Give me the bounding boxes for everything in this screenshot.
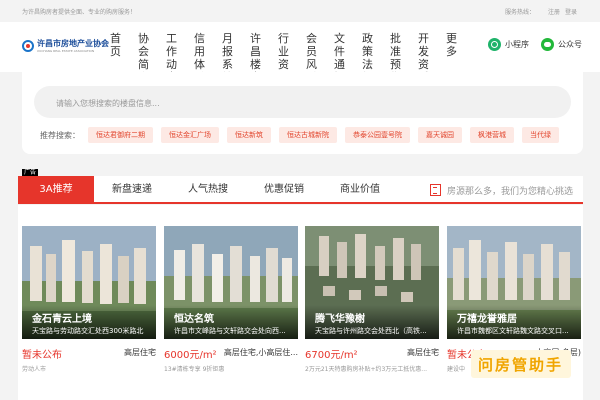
listing-address: 许昌市魏都区文轩路魏文路交叉口...: [457, 327, 569, 335]
listing-name: 腾飞华豫榭: [315, 314, 365, 325]
listing-address: 许昌市文峰路与文轩路交会处向西...: [174, 327, 286, 335]
tab-new-listings[interactable]: 新盘速递: [94, 176, 170, 202]
listing-subinfo: 2万元21天特惠购房补贴+约3万元工抵优惠...: [305, 366, 428, 373]
mini-program-icon: [488, 38, 501, 51]
listing-card[interactable]: 腾飞华豫榭 天宝路与许州路交会处西北（高铁... 6700元/m² 高层住宅 2…: [305, 226, 439, 373]
logo-subtitle: XUCHANG REAL ESTATE ASSOCIATION: [37, 49, 95, 53]
hot-search-tag[interactable]: 当代绿: [522, 127, 559, 143]
building-icon: [430, 184, 441, 196]
watermark-badge: 问房管助手: [471, 350, 571, 378]
listing-type: 高层住宅: [407, 348, 439, 357]
mini-program-link[interactable]: 小程序: [488, 38, 529, 51]
hot-search-tag[interactable]: 枫港营城: [470, 127, 514, 143]
register-link[interactable]: 注册: [548, 7, 560, 16]
hot-search-label: 推荐搜索：: [40, 130, 80, 140]
listing-name: 万禧龙誉雅居: [457, 314, 517, 325]
logo-name: 许昌市房地产业协会: [37, 39, 109, 48]
listing-image[interactable]: 腾飞华豫榭 天宝路与许州路交会处西北（高铁...: [305, 226, 439, 339]
hot-search-tag[interactable]: 恒达金汇广场: [161, 127, 219, 143]
login-link[interactable]: 登录: [565, 7, 577, 16]
listing-price: 暂未公布: [22, 350, 62, 361]
listing-subinfo: 13#清栋专享 9折钜惠: [164, 366, 225, 373]
listing-image[interactable]: 恒达名筑 许昌市文峰路与文轩路交会处向西...: [164, 226, 298, 339]
listing-name: 恒达名筑: [174, 314, 214, 325]
site-logo[interactable]: 许昌市房地产业协会 XUCHANG REAL ESTATE ASSOCIATIO…: [22, 38, 109, 53]
listing-type: 高层住宅: [124, 348, 156, 357]
listing-address: 天宝路与劳动路交汇处西300米路北: [32, 327, 144, 335]
logo-emblem-icon: [22, 39, 34, 52]
site-slogan: 为许昌购房者提供全面、专业的购房服务！: [22, 9, 137, 16]
tab-3a-recommend[interactable]: 3A推荐: [18, 176, 94, 202]
hot-search-tag[interactable]: 恭泰公园壹号院: [345, 127, 410, 143]
listing-image[interactable]: 金石青云上境 天宝路与劳动路交汇处西300米路北: [22, 226, 156, 339]
listing-address: 天宝路与许州路交会处西北（高铁...: [315, 327, 427, 335]
listing-tabs: 3A推荐 新盘速递 人气热搜 优惠促销 商业价值 房源那么多，我们为您精心挑选: [18, 176, 583, 204]
listing-price: 6700元/m²: [305, 350, 358, 361]
tab-search-text: 房源那么多，我们为您精心挑选: [447, 186, 574, 197]
listing-card[interactable]: 万禧龙誉雅居 许昌市魏都区文轩路魏文路交叉口... 暂未公布 小高层,多层) 建…: [447, 226, 581, 373]
hot-search-tag[interactable]: 恒达新筑: [227, 127, 271, 143]
listing-name: 金石青云上境: [32, 314, 92, 325]
site-header: 许昌市房地产业协会 XUCHANG REAL ESTATE ASSOCIATIO…: [0, 22, 600, 84]
tab-commercial[interactable]: 商业价值: [322, 176, 398, 202]
listing-card[interactable]: 金石青云上境 天宝路与劳动路交汇处西300米路北 暂未公布 高层住宅 劳动人市: [22, 226, 156, 373]
listing-subinfo: 劳动人市: [22, 366, 47, 373]
tab-promotions[interactable]: 优惠促销: [246, 176, 322, 202]
tab-search-hint[interactable]: 房源那么多，我们为您精心挑选: [430, 176, 573, 204]
official-account-link[interactable]: 公众号: [541, 38, 582, 51]
hot-search-tag[interactable]: 恒达君御府二期: [88, 127, 153, 143]
service-hotline: 服务热线：: [505, 9, 536, 16]
hot-search-tag[interactable]: 嘉天诚园: [418, 127, 462, 143]
listing-image[interactable]: 万禧龙誉雅居 许昌市魏都区文轩路魏文路交叉口...: [447, 226, 581, 339]
listing-type: 高层住宅,小高层住...: [223, 348, 298, 357]
hot-search-tag[interactable]: 恒达古城新院: [279, 127, 337, 143]
wechat-icon: [541, 38, 554, 51]
listing-price: 6000元/m²: [164, 350, 217, 361]
search-panel: 请输入您想搜索的楼盘信息... 推荐搜索： 恒达君御府二期 恒达金汇广场 恒达新…: [22, 72, 583, 154]
mini-program-label: 小程序: [505, 40, 529, 49]
official-account-label: 公众号: [558, 40, 582, 49]
top-bar: 为许昌购房者提供全面、专业的购房服务！ 服务热线： 注册 登录: [0, 0, 600, 22]
search-input[interactable]: 请输入您想搜索的楼盘信息...: [34, 86, 571, 118]
listing-subinfo: 建设中: [447, 366, 466, 373]
hot-searches: 推荐搜索： 恒达君御府二期 恒达金汇广场 恒达新筑 恒达古城新院 恭泰公园壹号院…: [40, 127, 567, 143]
listing-card[interactable]: 恒达名筑 许昌市文峰路与文轩路交会处向西... 6000元/m² 高层住宅,小高…: [164, 226, 298, 373]
tab-popular[interactable]: 人气热搜: [170, 176, 246, 202]
